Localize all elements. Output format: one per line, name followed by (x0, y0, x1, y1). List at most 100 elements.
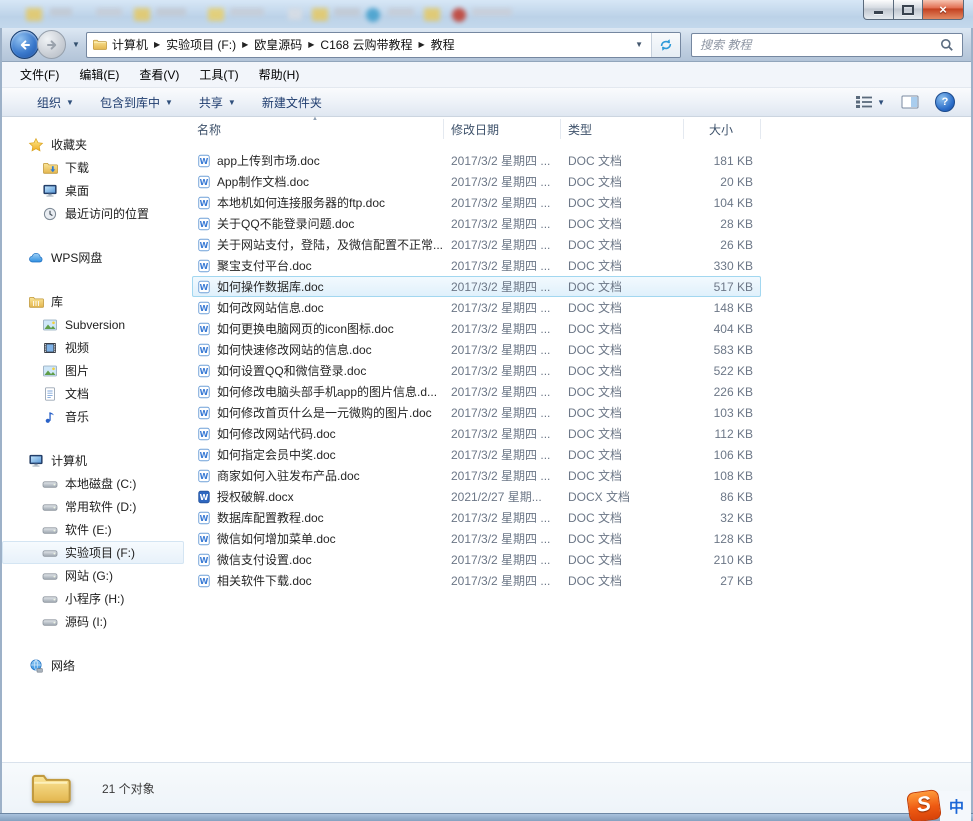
sidebar-item-WPS网盘[interactable]: WPS网盘 (2, 246, 192, 269)
sidebar-item-图片[interactable]: 图片 (2, 359, 192, 382)
minimize-button[interactable] (863, 0, 894, 20)
column-header-大小[interactable]: 大小 (684, 119, 761, 139)
file-name: 相关软件下载.doc (217, 572, 312, 589)
menu-item[interactable]: 查看(V) (129, 63, 189, 86)
toolbar-button-包含到库中[interactable]: 包含到库中▼ (87, 90, 186, 115)
sidebar-item-源码 (I:)[interactable]: 源码 (I:) (2, 610, 192, 633)
table-row[interactable]: app上传到市场.doc2017/3/2 星期四 ...DOC 文档181 KB (192, 150, 761, 171)
sidebar-item-Subversion[interactable]: Subversion (2, 313, 192, 336)
sidebar-item-网站 (G:)[interactable]: 网站 (G:) (2, 564, 192, 587)
menu-item[interactable]: 文件(F) (10, 63, 69, 86)
sidebar-item-label: Subversion (65, 318, 125, 332)
table-row[interactable]: 如何操作数据库.doc2017/3/2 星期四 ...DOC 文档517 KB (192, 276, 761, 297)
sidebar-item-label: 视频 (65, 339, 89, 356)
file-date-cell: 2017/3/2 星期四 ... (444, 236, 561, 253)
table-row[interactable]: 授权破解.docx2021/2/27 星期...DOCX 文档86 KB (192, 486, 761, 507)
table-row[interactable]: 聚宝支付平台.doc2017/3/2 星期四 ...DOC 文档330 KB (192, 255, 761, 276)
breadcrumb-item[interactable]: 欧皇源码 (249, 36, 307, 53)
sidebar-item-最近访问的位置[interactable]: 最近访问的位置 (2, 202, 192, 225)
breadcrumb-item[interactable]: C168 云购带教程 (315, 36, 417, 53)
sidebar-item-下载[interactable]: 下载 (2, 156, 192, 179)
table-row[interactable]: App制作文档.doc2017/3/2 星期四 ...DOC 文档20 KB (192, 171, 761, 192)
table-row[interactable]: 如何更换电脑网页的icon图标.doc2017/3/2 星期四 ...DOC 文… (192, 318, 761, 339)
sidebar-item-软件 (E:)[interactable]: 软件 (E:) (2, 518, 192, 541)
column-header-名称[interactable]: 名称 (192, 119, 444, 139)
music-icon (42, 409, 58, 425)
file-size-cell: 32 KB (684, 511, 761, 525)
menu-item[interactable]: 编辑(E) (69, 63, 129, 86)
search-icon[interactable] (939, 37, 955, 53)
table-row[interactable]: 如何快速修改网站的信息.doc2017/3/2 星期四 ...DOC 文档583… (192, 339, 761, 360)
ime-mode-chinese[interactable]: 中 (940, 791, 971, 821)
forward-button[interactable] (37, 30, 66, 59)
views-button[interactable]: ▼ (855, 95, 885, 109)
table-row[interactable]: 如何改网站信息.doc2017/3/2 星期四 ...DOC 文档148 KB (192, 297, 761, 318)
sidebar-item-常用软件 (D:)[interactable]: 常用软件 (D:) (2, 495, 192, 518)
table-row[interactable]: 本地机如何连接服务器的ftp.doc2017/3/2 星期四 ...DOC 文档… (192, 192, 761, 213)
close-button[interactable]: × (922, 0, 964, 20)
table-row[interactable]: 商家如何入驻发布产品.doc2017/3/2 星期四 ...DOC 文档108 … (192, 465, 761, 486)
file-name-cell: App制作文档.doc (192, 173, 444, 190)
address-bar[interactable]: 计算机▶实验项目 (F:)▶欧皇源码▶C168 云购带教程▶教程 ▼ (86, 32, 681, 58)
toolbar-button-共享[interactable]: 共享▼ (186, 90, 249, 115)
table-row[interactable]: 关于网站支付，登陆，及微信配置不正常...2017/3/2 星期四 ...DOC… (192, 234, 761, 255)
sogou-logo-icon[interactable]: S (906, 789, 942, 821)
table-row[interactable]: 微信如何增加菜单.doc2017/3/2 星期四 ...DOC 文档128 KB (192, 528, 761, 549)
views-dropdown-arrow: ▼ (877, 98, 885, 107)
table-row[interactable]: 如何设置QQ和微信登录.doc2017/3/2 星期四 ...DOC 文档522… (192, 360, 761, 381)
doc-file-icon (197, 196, 211, 210)
recent-pages-dropdown[interactable]: ▼ (72, 40, 80, 49)
preview-pane-button[interactable] (901, 95, 919, 109)
file-size-cell: 26 KB (684, 238, 761, 252)
titlebar-blob (472, 8, 512, 16)
file-date-cell: 2017/3/2 星期四 ... (444, 362, 561, 379)
file-date-cell: 2017/3/2 星期四 ... (444, 509, 561, 526)
sidebar-item-实验项目 (F:)[interactable]: 实验项目 (F:) (2, 541, 184, 564)
sidebar-item-本地磁盘 (C:)[interactable]: 本地磁盘 (C:) (2, 472, 192, 495)
table-row[interactable]: 如何修改首页什么是一元微购的图片.doc2017/3/2 星期四 ...DOC … (192, 402, 761, 423)
toolbar-button-组织[interactable]: 组织▼ (24, 90, 87, 115)
sidebar-item-网络[interactable]: 网络 (2, 654, 192, 677)
table-row[interactable]: 相关软件下载.doc2017/3/2 星期四 ...DOC 文档27 KB (192, 570, 761, 591)
column-header-修改日期[interactable]: 修改日期 (444, 119, 561, 139)
doc-file-icon (197, 343, 211, 357)
help-button[interactable]: ? (935, 92, 955, 112)
breadcrumb-item[interactable]: 教程 (426, 36, 460, 53)
file-size-cell: 27 KB (684, 574, 761, 588)
back-button[interactable] (10, 30, 39, 59)
menu-item[interactable]: 工具(T) (189, 63, 248, 86)
refresh-button[interactable] (651, 33, 680, 57)
file-name-cell: 微信如何增加菜单.doc (192, 530, 444, 547)
maximize-button[interactable] (893, 0, 923, 20)
window-titlebar[interactable]: × (0, 0, 973, 29)
sidebar-item-收藏夹[interactable]: 收藏夹 (2, 133, 192, 156)
sidebar-item-小程序 (H:)[interactable]: 小程序 (H:) (2, 587, 192, 610)
table-row[interactable]: 微信支付设置.doc2017/3/2 星期四 ...DOC 文档210 KB (192, 549, 761, 570)
table-row[interactable]: 如何指定会员中奖.doc2017/3/2 星期四 ...DOC 文档106 KB (192, 444, 761, 465)
menu-item[interactable]: 帮助(H) (249, 63, 310, 86)
titlebar-blob (334, 8, 360, 16)
table-row[interactable]: 如何修改电脑头部手机app的图片信息.d...2017/3/2 星期四 ...D… (192, 381, 761, 402)
table-row[interactable]: 如何修改网站代码.doc2017/3/2 星期四 ...DOC 文档112 KB (192, 423, 761, 444)
search-input[interactable] (692, 36, 939, 54)
sidebar-item-计算机[interactable]: 计算机 (2, 449, 192, 472)
sidebar-item-视频[interactable]: 视频 (2, 336, 192, 359)
column-header-类型[interactable]: 类型 (561, 119, 684, 139)
file-name: 商家如何入驻发布产品.doc (217, 467, 360, 484)
breadcrumb-item[interactable]: 实验项目 (F:) (161, 36, 241, 53)
toolbar-button-新建文件夹[interactable]: 新建文件夹 (249, 90, 335, 115)
file-name-cell: 聚宝支付平台.doc (192, 257, 444, 274)
sidebar-item-库[interactable]: 库 (2, 290, 192, 313)
breadcrumb-item[interactable]: 计算机 (107, 36, 153, 53)
chevron-down-icon: ▼ (228, 98, 236, 107)
file-type-cell: DOC 文档 (561, 278, 684, 295)
ime-indicator[interactable]: S 中 (908, 791, 971, 821)
sidebar-item-文档[interactable]: 文档 (2, 382, 192, 405)
table-row[interactable]: 关于QQ不能登录问题.doc2017/3/2 星期四 ...DOC 文档28 K… (192, 213, 761, 234)
file-name: 授权破解.docx (217, 488, 294, 505)
file-size-cell: 128 KB (684, 532, 761, 546)
sidebar-item-桌面[interactable]: 桌面 (2, 179, 192, 202)
table-row[interactable]: 数据库配置教程.doc2017/3/2 星期四 ...DOC 文档32 KB (192, 507, 761, 528)
address-dropdown-arrow[interactable]: ▼ (627, 33, 651, 57)
sidebar-item-音乐[interactable]: 音乐 (2, 405, 192, 428)
